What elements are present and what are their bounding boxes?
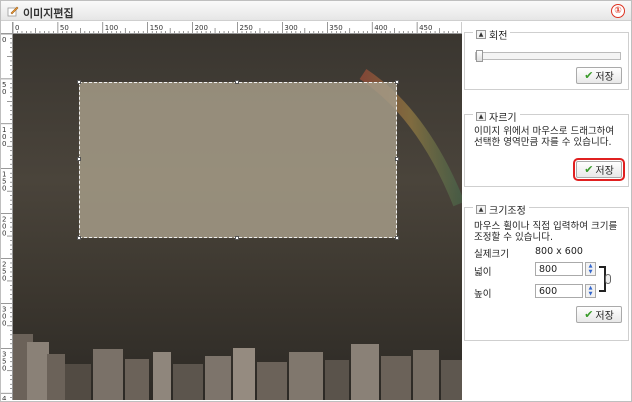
resize-panel-header: ▲ 크기조정 bbox=[473, 202, 529, 217]
crop-handle-nw[interactable] bbox=[77, 80, 81, 84]
crop-handle-ne[interactable] bbox=[395, 80, 399, 84]
actual-size-value: 800 x 600 bbox=[535, 246, 583, 257]
window-title: 이미지편집 bbox=[23, 7, 74, 20]
ruler-left-label: 0 bbox=[2, 364, 6, 372]
ruler-left-ticks: 050100150200250300350400 bbox=[1, 34, 12, 400]
rotate-title: 회전 bbox=[489, 31, 508, 42]
rotate-save-label: 저장 bbox=[595, 72, 614, 83]
resize-save-button[interactable]: ✔ 저장 bbox=[576, 306, 622, 323]
crop-handle-s[interactable] bbox=[235, 236, 239, 240]
title-bar: 이미지편집 ① bbox=[1, 1, 631, 21]
resize-save-label: 저장 bbox=[595, 311, 614, 322]
spin-down-icon[interactable]: ▼ bbox=[586, 269, 595, 275]
step-badge: ① bbox=[611, 4, 625, 18]
height-spinner[interactable]: ▲ ▼ bbox=[585, 284, 596, 298]
collapse-arrow-icon[interactable]: ▲ bbox=[476, 205, 486, 214]
ruler-left-label: 0 bbox=[2, 275, 6, 283]
ruler-top-label: 300 bbox=[284, 24, 297, 32]
ruler-top-label: 250 bbox=[240, 24, 253, 32]
crop-handle-w[interactable] bbox=[77, 157, 81, 161]
resize-title: 크기조정 bbox=[489, 206, 526, 217]
width-input[interactable]: 800 bbox=[535, 262, 583, 276]
spin-down-icon[interactable]: ▼ bbox=[586, 291, 595, 297]
ruler-left-label: 4 bbox=[2, 395, 7, 400]
height-input[interactable]: 600 bbox=[535, 284, 583, 298]
crop-panel-header: ▲ 자르기 bbox=[473, 109, 520, 124]
image-canvas[interactable] bbox=[13, 34, 462, 400]
image-editor-window: 이미지편집 ① 05010015020025030035040045050 05… bbox=[0, 0, 632, 402]
ruler-top-label: 100 bbox=[105, 24, 118, 32]
collapse-arrow-icon[interactable]: ▲ bbox=[476, 112, 486, 121]
ruler-top-label: 450 bbox=[419, 24, 432, 32]
checkmark-icon: ✔ bbox=[584, 308, 594, 321]
ruler-left-label: 0 bbox=[2, 319, 6, 327]
crop-description: 이미지 위에서 마우스로 드래그하여 선택한 영역만큼 자를 수 있습니다. bbox=[474, 126, 615, 148]
ruler-left-label: 0 bbox=[2, 88, 6, 96]
crop-panel: ▲ 자르기 이미지 위에서 마우스로 드래그하여 선택한 영역만큼 자를 수 있… bbox=[464, 109, 629, 187]
resize-description: 마우스 휠이나 직접 입력하여 크기를 조정할 수 있습니다. bbox=[474, 221, 618, 243]
ruler-left-label: 0 bbox=[2, 230, 6, 238]
ruler-left-label: 0 bbox=[2, 140, 6, 148]
crop-handle-e[interactable] bbox=[395, 157, 399, 161]
collapse-arrow-icon[interactable]: ▲ bbox=[476, 30, 486, 39]
crop-save-button[interactable]: ✔ 저장 bbox=[573, 158, 625, 181]
rotate-save-button[interactable]: ✔ 저장 bbox=[576, 67, 622, 84]
crop-handle-sw[interactable] bbox=[77, 236, 81, 240]
ruler-top-label: 400 bbox=[374, 24, 387, 32]
crop-handle-n[interactable] bbox=[235, 80, 239, 84]
rotate-panel-header: ▲ 회전 bbox=[473, 27, 511, 42]
crop-save-label: 저장 bbox=[595, 166, 614, 177]
ruler-top-label: 50 bbox=[60, 24, 69, 32]
ruler-left: 050100150200250300350400 bbox=[1, 34, 13, 400]
crop-handle-se[interactable] bbox=[395, 236, 399, 240]
checkmark-icon: ✔ bbox=[584, 69, 594, 82]
ruler-top-label: 200 bbox=[195, 24, 208, 32]
ruler-left-label: 0 bbox=[2, 185, 6, 193]
ruler-top-label: 150 bbox=[150, 24, 163, 32]
width-label: 넓이 bbox=[474, 267, 492, 278]
crop-selection[interactable] bbox=[77, 80, 399, 240]
checkmark-icon: ✔ bbox=[584, 163, 594, 176]
ruler-top-label: 0 bbox=[15, 24, 19, 32]
rotate-slider-thumb[interactable] bbox=[476, 50, 483, 62]
ruler-top: 05010015020025030035040045050 bbox=[13, 22, 462, 34]
height-label: 높이 bbox=[474, 289, 492, 300]
crop-title: 자르기 bbox=[489, 113, 517, 124]
pencil-edit-icon bbox=[7, 6, 19, 17]
ruler-top-ticks: 05010015020025030035040045050 bbox=[13, 22, 462, 33]
ruler-top-label: 350 bbox=[329, 24, 342, 32]
actual-size-label: 실제크기 bbox=[474, 249, 509, 260]
width-spinner[interactable]: ▲ ▼ bbox=[585, 262, 596, 276]
rotate-slider[interactable] bbox=[475, 50, 621, 62]
chain-link-icon[interactable] bbox=[605, 274, 611, 284]
resize-panel: ▲ 크기조정 마우스 휠이나 직접 입력하여 크기를 조정할 수 있습니다. 실… bbox=[464, 202, 629, 341]
ruler-corner bbox=[1, 22, 13, 34]
ruler-left-label: 0 bbox=[2, 36, 6, 44]
rotate-panel: ▲ 회전 ✔ 저장 bbox=[464, 27, 629, 90]
